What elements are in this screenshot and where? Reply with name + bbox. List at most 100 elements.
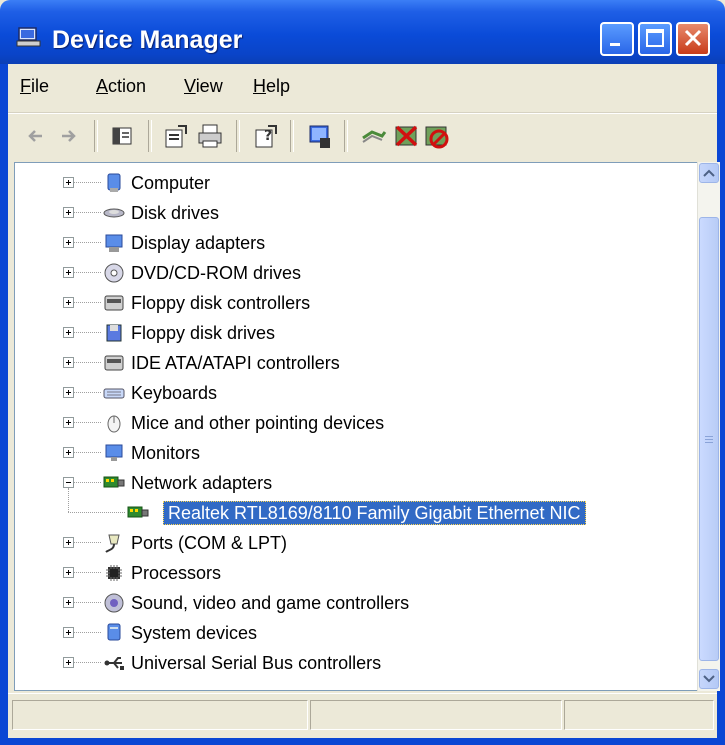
- disk-drive-icon: [103, 208, 125, 218]
- tree-item-label: Network adapters: [131, 473, 273, 493]
- tree-connector: [74, 422, 101, 423]
- forward-arrow-icon[interactable]: [54, 122, 82, 150]
- tree-item[interactable]: Mice and other pointing devices: [15, 408, 675, 438]
- tree-item[interactable]: Processors: [15, 558, 675, 588]
- window-frame-left: [0, 64, 8, 745]
- back-arrow-icon[interactable]: [22, 122, 50, 150]
- help-icon[interactable]: ?: [252, 122, 280, 150]
- expand-icon[interactable]: [63, 207, 74, 218]
- properties-icon[interactable]: [162, 122, 190, 150]
- tree-connector: [74, 602, 101, 603]
- scan-hardware-changes-icon[interactable]: [306, 122, 334, 150]
- show-hide-console-tree-icon[interactable]: [108, 122, 136, 150]
- title-bar[interactable]: Device Manager: [0, 0, 725, 64]
- tree-item[interactable]: Ports (COM & LPT): [15, 528, 675, 558]
- display-adapter-icon: [105, 234, 123, 252]
- tree-item-label: Floppy disk controllers: [131, 293, 311, 313]
- vertical-scrollbar[interactable]: [697, 162, 720, 691]
- expand-icon[interactable]: [63, 597, 74, 608]
- tree-item[interactable]: Display adapters: [15, 228, 675, 258]
- toolbar-separator: [290, 120, 294, 152]
- tree-item-label: Processors: [131, 563, 222, 583]
- uninstall-icon[interactable]: [392, 122, 420, 150]
- expand-icon[interactable]: [63, 327, 74, 338]
- menu-file[interactable]: File: [20, 76, 49, 97]
- minimize-button[interactable]: [600, 22, 634, 56]
- sound-icon: [104, 593, 124, 613]
- expand-icon[interactable]: [63, 627, 74, 638]
- tree-item[interactable]: DVD/CD-ROM drives: [15, 258, 675, 288]
- tree-item[interactable]: Disk drives: [15, 198, 675, 228]
- network-adapter-icon: [103, 476, 125, 488]
- menu-view[interactable]: View: [184, 76, 223, 97]
- computer-icon: [107, 173, 121, 192]
- scroll-up-button[interactable]: [699, 163, 719, 183]
- tree-item-label: Universal Serial Bus controllers: [131, 653, 382, 673]
- grip-icon: [705, 436, 713, 443]
- toolbar-separator: [94, 120, 98, 152]
- tree-item[interactable]: Floppy disk controllers: [15, 288, 675, 318]
- tree-item[interactable]: Network adapters: [15, 468, 675, 498]
- expand-icon[interactable]: [63, 657, 74, 668]
- tree-item[interactable]: Floppy disk drives: [15, 318, 675, 348]
- tree-connector: [74, 392, 101, 393]
- status-pane-1: [12, 700, 308, 730]
- status-pane-2: [310, 700, 562, 730]
- status-bar: [8, 693, 717, 738]
- expand-icon[interactable]: [63, 297, 74, 308]
- device-tree[interactable]: Computer Disk drives Display adapters DVD/C…: [14, 162, 699, 691]
- tree-item-label: Sound, video and game controllers: [131, 593, 410, 613]
- tree-connector: [74, 302, 101, 303]
- system-device-icon: [107, 623, 121, 641]
- expand-icon[interactable]: [63, 447, 74, 458]
- tree-connector: [74, 212, 101, 213]
- close-button[interactable]: [676, 22, 710, 56]
- chevron-up-icon: [703, 169, 715, 177]
- tree-connector: [74, 482, 101, 483]
- tree-item-label: IDE ATA/ATAPI controllers: [131, 353, 340, 373]
- expand-icon[interactable]: [63, 567, 74, 578]
- tree-item-label: Ports (COM & LPT): [131, 533, 288, 553]
- menu-action[interactable]: Action: [96, 76, 146, 97]
- device-manager-window: Device Manager File Action View Help ? C…: [0, 0, 725, 745]
- tree-item[interactable]: Monitors: [15, 438, 675, 468]
- tree-item[interactable]: Sound, video and game controllers: [15, 588, 675, 618]
- scroll-thumb[interactable]: [699, 217, 719, 661]
- tree-connector: [74, 332, 101, 333]
- tree-item[interactable]: Universal Serial Bus controllers: [15, 648, 675, 678]
- expand-icon[interactable]: [63, 357, 74, 368]
- tree-connector: [74, 632, 101, 633]
- menu-help[interactable]: Help: [253, 76, 290, 97]
- tree-item[interactable]: IDE ATA/ATAPI controllers: [15, 348, 675, 378]
- tree-connector: [74, 542, 101, 543]
- tree-item[interactable]: Keyboards: [15, 378, 675, 408]
- tree-item-label: Keyboards: [131, 383, 218, 403]
- disable-icon[interactable]: [422, 122, 450, 150]
- tree-item-label: Mice and other pointing devices: [131, 413, 385, 433]
- tree-item-label: Realtek RTL8169/8110 Family Gigabit Ethe…: [163, 501, 586, 525]
- expand-icon[interactable]: [63, 177, 74, 188]
- expand-icon[interactable]: [63, 237, 74, 248]
- tree-connector: [74, 272, 101, 273]
- expand-icon[interactable]: [63, 387, 74, 398]
- maximize-button[interactable]: [638, 22, 672, 56]
- expand-icon[interactable]: [63, 267, 74, 278]
- scroll-down-button[interactable]: [699, 669, 719, 689]
- toolbar-separator: [236, 120, 240, 152]
- expand-icon[interactable]: [63, 537, 74, 548]
- print-icon[interactable]: [196, 122, 224, 150]
- status-pane-3: [564, 700, 714, 730]
- tree-item[interactable]: Computer: [15, 168, 675, 198]
- usb-icon: [104, 657, 124, 670]
- update-driver-icon[interactable]: [360, 122, 388, 150]
- toolbar-separator: [148, 120, 152, 152]
- tree-connector: [74, 572, 101, 573]
- tree-item-label: DVD/CD-ROM drives: [131, 263, 302, 283]
- monitor-icon: [105, 444, 123, 461]
- window-frame-bottom: [0, 737, 725, 745]
- port-icon: [105, 534, 120, 553]
- collapse-icon[interactable]: [63, 477, 74, 488]
- tree-item[interactable]: System devices: [15, 618, 675, 648]
- expand-icon[interactable]: [63, 417, 74, 428]
- tree-item-child[interactable]: Realtek RTL8169/8110 Family Gigabit Ethe…: [15, 488, 675, 528]
